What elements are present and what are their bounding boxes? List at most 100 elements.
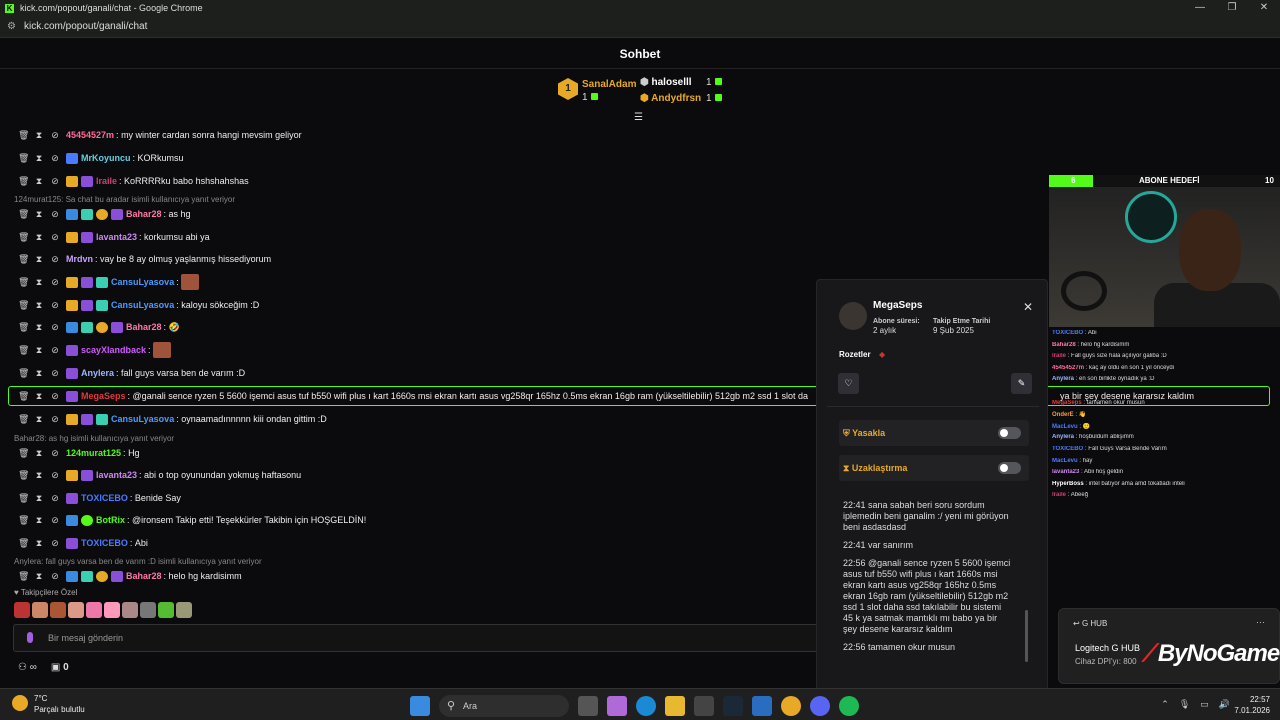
leader-name[interactable]: Andydfrsn bbox=[651, 93, 701, 104]
emote-button[interactable] bbox=[158, 602, 174, 618]
chat-username[interactable]: lavanta23 bbox=[96, 232, 137, 242]
spotify-icon[interactable] bbox=[839, 696, 859, 716]
microphone-tray-icon[interactable]: 🎙 bbox=[1179, 699, 1190, 710]
emote-button[interactable] bbox=[14, 602, 30, 618]
delete-icon[interactable]: 🗑 bbox=[18, 391, 29, 402]
address-bar[interactable]: ⚙ kick.com/popout/ganali/chat bbox=[0, 16, 1280, 38]
restore-button[interactable]: ❐ bbox=[1216, 0, 1248, 16]
timeout-icon[interactable]: ⧗ bbox=[34, 176, 44, 187]
mail-icon[interactable] bbox=[752, 696, 772, 716]
timeout-icon[interactable]: ⧗ bbox=[34, 322, 44, 333]
emote-button[interactable] bbox=[50, 602, 66, 618]
emote-button[interactable] bbox=[176, 602, 192, 618]
chat-username[interactable]: CansuLyasova bbox=[111, 300, 174, 310]
timeout-icon[interactable]: ⧗ bbox=[34, 538, 44, 549]
chat-message-highlighted[interactable]: 🗑 ⧗ ⊘ MegaSeps: @ganali sence ryzen 5 5600 … bbox=[18, 388, 808, 404]
microphone-icon[interactable] bbox=[27, 632, 33, 643]
taskbar-search[interactable]: Ara bbox=[439, 695, 569, 717]
edge-icon[interactable] bbox=[636, 696, 656, 716]
timeout-icon[interactable]: ⧗ bbox=[34, 232, 44, 243]
chat-username[interactable]: Bahar28 bbox=[126, 571, 162, 581]
weather-widget[interactable]: 7°C Parçalı bulutlu bbox=[12, 693, 85, 715]
timeout-icon[interactable]: ⧗ bbox=[34, 153, 44, 164]
timeout-icon[interactable]: ⧗ bbox=[34, 254, 44, 265]
minimize-button[interactable]: — bbox=[1184, 0, 1216, 16]
delete-icon[interactable]: 🗑 bbox=[18, 493, 29, 504]
delete-icon[interactable]: 🗑 bbox=[18, 254, 29, 265]
ban-toggle[interactable] bbox=[998, 427, 1021, 439]
url-text[interactable]: kick.com/popout/ganali/chat bbox=[24, 21, 147, 32]
user-card-name[interactable]: MegaSeps bbox=[873, 300, 922, 311]
delete-icon[interactable]: 🗑 bbox=[18, 414, 29, 425]
emote-button[interactable] bbox=[32, 602, 48, 618]
chat-username[interactable]: scayXlandback bbox=[81, 345, 146, 355]
timeout-icon[interactable]: ⧗ bbox=[34, 414, 44, 425]
chat-username[interactable]: Mrdvn bbox=[66, 254, 93, 264]
ban-icon[interactable]: ⊘ bbox=[50, 153, 60, 164]
ban-icon[interactable]: ⊘ bbox=[50, 515, 60, 526]
chat-username[interactable]: Bahar28 bbox=[126, 209, 162, 219]
collapse-icon[interactable]: ☰ bbox=[634, 112, 643, 123]
delete-icon[interactable]: 🗑 bbox=[18, 176, 29, 187]
delete-icon[interactable]: 🗑 bbox=[18, 515, 29, 526]
ban-icon[interactable]: ⊘ bbox=[50, 130, 60, 141]
delete-icon[interactable]: 🗑 bbox=[18, 345, 29, 356]
reply-context[interactable]: Anylera: fall guys varsa ben de varım :D… bbox=[14, 557, 262, 566]
ban-icon[interactable]: ⊘ bbox=[50, 391, 60, 402]
timeout-icon[interactable]: ⧗ bbox=[34, 515, 44, 526]
chat-username[interactable]: Anylera bbox=[81, 368, 114, 378]
delete-icon[interactable]: 🗑 bbox=[18, 538, 29, 549]
delete-icon[interactable]: 🗑 bbox=[18, 153, 29, 164]
ban-icon[interactable]: ⊘ bbox=[50, 232, 60, 243]
timeout-icon[interactable]: ⧗ bbox=[34, 130, 44, 141]
leader-name[interactable]: SanalAdam bbox=[582, 79, 636, 90]
ban-icon[interactable]: ⊘ bbox=[50, 254, 60, 265]
chat-username[interactable]: 45454527m bbox=[66, 130, 114, 140]
emote-button[interactable] bbox=[122, 602, 138, 618]
delete-icon[interactable]: 🗑 bbox=[18, 209, 29, 220]
infinity-icon[interactable]: ⚇ ∞ bbox=[18, 662, 37, 673]
reply-context[interactable]: Bahar28: as hg isimli kullanıcıya yanıt … bbox=[14, 434, 174, 443]
ban-icon[interactable]: ⊘ bbox=[50, 368, 60, 379]
chat-username[interactable]: BotRix bbox=[96, 515, 125, 525]
ban-icon[interactable]: ⊘ bbox=[50, 209, 60, 220]
discord-icon[interactable] bbox=[810, 696, 830, 716]
chat-username[interactable]: CansuLyasova bbox=[111, 277, 174, 287]
ban-icon[interactable]: ⊘ bbox=[50, 322, 60, 333]
volume-icon[interactable]: 🔊 bbox=[1219, 699, 1230, 710]
delete-icon[interactable]: 🗑 bbox=[18, 470, 29, 481]
network-icon[interactable]: ▭ bbox=[1200, 699, 1209, 710]
chat-username[interactable]: MrKoyuncu bbox=[81, 153, 131, 163]
ban-icon[interactable]: ⊘ bbox=[50, 571, 60, 582]
chat-username[interactable]: TOXICEBO bbox=[81, 493, 128, 503]
timeout-icon[interactable]: ⧗ bbox=[34, 277, 44, 288]
chat-username[interactable]: CansuLyasova bbox=[111, 414, 174, 424]
chat-username[interactable]: lraile bbox=[96, 176, 117, 186]
reply-context[interactable]: 124murat125: Sa chat bu aradar isimli ku… bbox=[14, 195, 235, 204]
timeout-icon[interactable]: ⧗ bbox=[34, 470, 44, 481]
windows-start-icon[interactable] bbox=[410, 696, 430, 716]
chat-username[interactable]: Bahar28 bbox=[126, 322, 162, 332]
emote-button[interactable] bbox=[86, 602, 102, 618]
chevron-up-icon[interactable]: ⌃ bbox=[1161, 699, 1169, 710]
timeout-icon[interactable]: ⧗ bbox=[34, 571, 44, 582]
chat-username[interactable]: TOXICEBO bbox=[81, 538, 128, 548]
timeout-icon[interactable]: ⧗ bbox=[34, 448, 44, 459]
ban-icon[interactable]: ⊘ bbox=[50, 448, 60, 459]
delete-icon[interactable]: 🗑 bbox=[18, 322, 29, 333]
timeout-toggle[interactable] bbox=[998, 462, 1021, 474]
clock[interactable]: 22:57 7.01.2026 bbox=[1234, 694, 1270, 716]
emote-button[interactable] bbox=[68, 602, 84, 618]
file-explorer-icon[interactable] bbox=[665, 696, 685, 716]
timeout-icon[interactable]: ⧗ bbox=[34, 300, 44, 311]
chat-username[interactable]: 124murat125 bbox=[66, 448, 121, 458]
chat-username[interactable]: MegaSeps bbox=[81, 391, 126, 401]
ban-icon[interactable]: ⊘ bbox=[50, 414, 60, 425]
close-window-button[interactable]: ✕ bbox=[1248, 0, 1280, 16]
delete-icon[interactable]: 🗑 bbox=[18, 130, 29, 141]
copilot-icon[interactable] bbox=[607, 696, 627, 716]
close-icon[interactable]: ✕ bbox=[1023, 300, 1033, 314]
timeout-icon[interactable]: ⧗ bbox=[34, 493, 44, 504]
chat-username[interactable]: lavanta23 bbox=[96, 470, 137, 480]
delete-icon[interactable]: 🗑 bbox=[18, 448, 29, 459]
